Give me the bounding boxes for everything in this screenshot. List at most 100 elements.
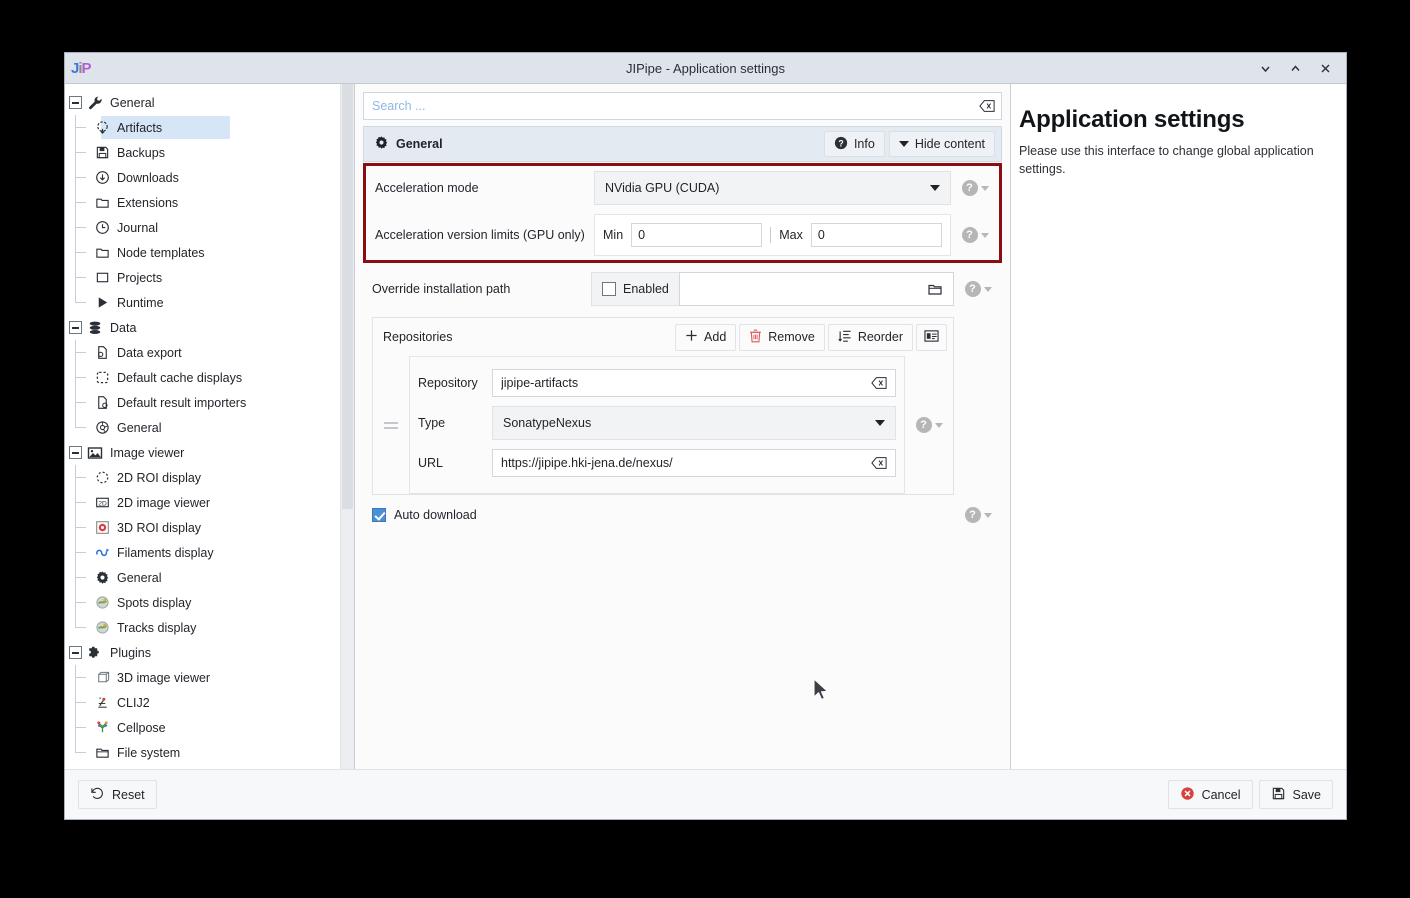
close-button[interactable] xyxy=(1312,57,1338,79)
sidebar-item-default-result-importers[interactable]: Default result importers xyxy=(65,390,340,415)
override-path-label: Override installation path xyxy=(372,282,511,296)
folder-icon xyxy=(93,194,111,212)
remove-button-label: Remove xyxy=(768,330,815,344)
expander-icon[interactable] xyxy=(69,446,82,459)
sidebar-item-cellpose[interactable]: Cellpose xyxy=(65,715,340,740)
sidebar-item-data-export[interactable]: Data export xyxy=(65,340,340,365)
sidebar-scrollbar[interactable] xyxy=(340,84,354,769)
clear-text-icon[interactable] xyxy=(867,451,891,475)
auto-download-help[interactable]: ? xyxy=(954,507,1002,523)
tracks-icon xyxy=(93,619,111,637)
chevron-down-icon[interactable] xyxy=(983,286,992,292)
chevron-down-icon[interactable] xyxy=(983,512,992,518)
max-input[interactable]: 0 xyxy=(810,223,942,247)
override-path-help[interactable]: ? xyxy=(954,267,1002,311)
override-path-checkbox[interactable] xyxy=(602,282,616,296)
sidebar-item-tracks-display[interactable]: Tracks display xyxy=(65,615,340,640)
drag-handle[interactable] xyxy=(373,356,409,494)
sidebar-item-label: Data export xyxy=(117,345,182,360)
chevron-down-icon[interactable] xyxy=(980,185,989,191)
folder-icon xyxy=(93,244,111,262)
artifacts-icon xyxy=(93,119,111,137)
reorder-button-label: Reorder xyxy=(857,330,903,344)
sidebar-group-plugins[interactable]: Plugins xyxy=(65,640,340,665)
sidebar-item-3d-roi-display[interactable]: 3D ROI display xyxy=(65,515,340,540)
expander-icon[interactable] xyxy=(69,96,82,109)
reorder-repositories-button[interactable]: Reorder xyxy=(827,323,913,351)
hide-content-button[interactable]: Hide content xyxy=(888,131,995,157)
clock-icon xyxy=(93,219,111,237)
expander-icon[interactable] xyxy=(69,321,82,334)
sidebar-item-label: 3D ROI display xyxy=(117,520,202,535)
search-bar[interactable] xyxy=(363,92,1002,120)
repositories-header: Repositories Add Remove Reorder xyxy=(373,318,953,356)
acceleration-mode-dropdown[interactable]: NVidia GPU (CUDA) xyxy=(594,171,951,205)
sidebar-item-label: Extensions xyxy=(117,195,179,210)
sidebar-item-clij2[interactable]: CLIJ2 xyxy=(65,690,340,715)
database-icon xyxy=(86,319,104,337)
folder-browse-icon[interactable] xyxy=(923,277,947,301)
sidebar-item-file-system[interactable]: File system xyxy=(65,740,340,765)
plus-icon xyxy=(685,329,698,345)
repository-name-input[interactable]: jipipe-artifacts xyxy=(492,369,896,397)
repository-url-input[interactable]: https://jipipe.hki-jena.de/nexus/ xyxy=(492,449,896,477)
clear-search-icon[interactable] xyxy=(975,94,999,118)
sidebar-item-2d-roi-display[interactable]: 2D ROI display xyxy=(65,465,340,490)
sidebar-item-filaments-display[interactable]: Filaments display xyxy=(65,540,340,565)
help-circle-icon[interactable]: ? xyxy=(964,507,981,523)
repositories-help[interactable]: ? xyxy=(905,356,953,494)
sidebar-item-backups[interactable]: Backups xyxy=(65,140,340,165)
sidebar-group-data[interactable]: Data xyxy=(65,315,340,340)
sidebar-item-default-cache-displays[interactable]: Default cache displays xyxy=(65,365,340,390)
search-input[interactable] xyxy=(364,99,975,113)
minimize-button[interactable] xyxy=(1252,57,1278,79)
acceleration-limits-help[interactable]: ? xyxy=(951,210,999,260)
help-circle-icon[interactable]: ? xyxy=(961,227,978,243)
sidebar-item-extensions[interactable]: Extensions xyxy=(65,190,340,215)
maximize-button[interactable] xyxy=(1282,57,1308,79)
override-path-input[interactable] xyxy=(679,272,954,306)
repository-type-row: Type SonatypeNexus xyxy=(418,403,896,443)
clear-text-icon[interactable] xyxy=(867,371,891,395)
repository-name-value: jipipe-artifacts xyxy=(501,376,579,390)
sidebar-item-spots-display[interactable]: Spots display xyxy=(65,590,340,615)
remove-repository-button[interactable]: Remove xyxy=(739,323,825,351)
sidebar-item-2d-image-viewer[interactable]: 2D 2D image viewer xyxy=(65,490,340,515)
sidebar-item-journal[interactable]: Journal xyxy=(65,215,340,240)
sidebar-item-image-viewer-general[interactable]: General xyxy=(65,565,340,590)
filaments-icon xyxy=(93,544,111,562)
acceleration-mode-help[interactable]: ? xyxy=(951,166,999,210)
sidebar-group-label: General xyxy=(110,95,155,110)
save-button[interactable]: Save xyxy=(1258,780,1333,809)
settings-tree[interactable]: General Artifacts Backups Downloads Exte… xyxy=(65,84,340,769)
sidebar-item-3d-image-viewer[interactable]: 3D image viewer xyxy=(65,665,340,690)
repository-type-dropdown[interactable]: SonatypeNexus xyxy=(492,406,896,440)
panel-title: General xyxy=(396,137,443,151)
help-circle-icon[interactable]: ? xyxy=(961,180,978,196)
sidebar-item-projects[interactable]: Projects xyxy=(65,265,340,290)
list-view-button[interactable] xyxy=(916,323,947,351)
sidebar-group-image-viewer[interactable]: Image viewer xyxy=(65,440,340,465)
sidebar-item-artifacts[interactable]: Artifacts xyxy=(65,115,340,140)
sidebar-item-data-general[interactable]: General xyxy=(65,415,340,440)
add-repository-button[interactable]: Add xyxy=(675,323,737,351)
sidebar-item-label: General xyxy=(117,420,162,435)
sidebar-item-node-templates[interactable]: Node templates xyxy=(65,240,340,265)
info-button[interactable]: ? Info xyxy=(823,131,885,157)
help-circle-icon[interactable]: ? xyxy=(915,417,932,433)
puzzle-icon xyxy=(86,644,104,662)
min-input[interactable]: 0 xyxy=(631,223,763,247)
sidebar-item-runtime[interactable]: Runtime xyxy=(65,290,340,315)
sidebar-scrollbar-thumb[interactable] xyxy=(342,84,353,509)
help-circle-icon[interactable]: ? xyxy=(964,281,981,297)
chevron-down-icon[interactable] xyxy=(934,422,943,428)
sidebar-group-general[interactable]: General xyxy=(65,90,340,115)
expander-icon[interactable] xyxy=(69,646,82,659)
chevron-down-icon[interactable] xyxy=(980,232,989,238)
reset-button[interactable]: Reset xyxy=(78,780,157,809)
sidebar-item-downloads[interactable]: Downloads xyxy=(65,165,340,190)
cancel-button[interactable]: Cancel xyxy=(1167,780,1253,809)
caret-down-icon xyxy=(898,141,909,147)
override-path-checkbox-cell[interactable]: Enabled xyxy=(591,272,679,306)
auto-download-checkbox[interactable] xyxy=(372,508,386,522)
